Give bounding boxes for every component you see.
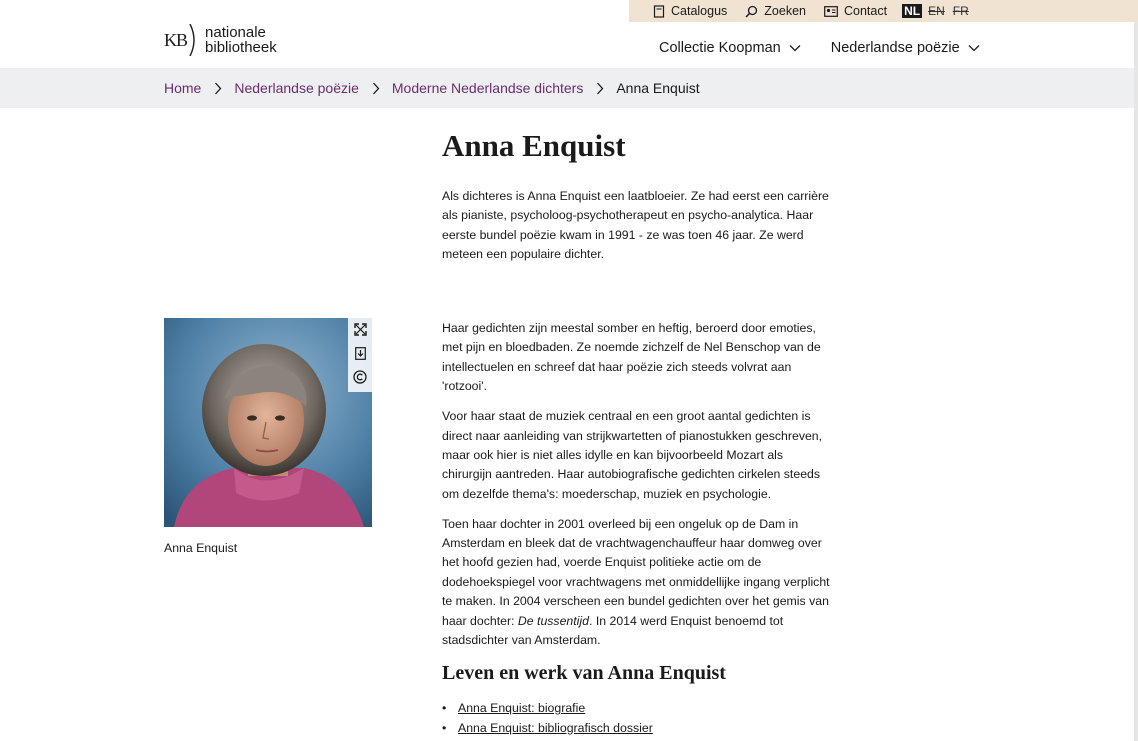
- breadcrumb-moderne-dichters[interactable]: Moderne Nederlandse dichters: [392, 80, 583, 96]
- bullet: •: [442, 720, 447, 735]
- main-nav: Collectie Koopman Nederlandse poëzie: [659, 40, 1010, 56]
- language-switcher: NL EN FR: [902, 4, 975, 18]
- expand-icon[interactable]: [351, 321, 369, 339]
- breadcrumb: Home Nederlandse poëzie Moderne Nederlan…: [164, 80, 700, 96]
- chevron-right-icon: [596, 82, 604, 95]
- lang-nl[interactable]: NL: [902, 4, 923, 18]
- article-body: Haar gedichten zijn meestal somber en he…: [442, 319, 834, 661]
- breadcrumb-home[interactable]: Home: [164, 80, 201, 96]
- body-paragraph-2: Voor haar staat de muziek centraal en ee…: [442, 409, 823, 501]
- nav-item-label: Nederlandse poëzie: [830, 40, 960, 56]
- section-heading: Leven en werk van Anna Enquist: [442, 662, 726, 684]
- breadcrumb-nederlandse-poezie[interactable]: Nederlandse poëzie: [234, 80, 359, 96]
- bullet: •: [442, 701, 447, 715]
- catalogus-link[interactable]: Catalogus: [653, 4, 727, 18]
- scrollbar[interactable]: [1134, 22, 1138, 741]
- logo-bracket-icon: [189, 24, 195, 56]
- contact-card-icon: [824, 5, 838, 17]
- nav-collectie-koopman[interactable]: Collectie Koopman: [659, 40, 801, 56]
- logo-wordmark: nationale bibliotheek: [205, 25, 277, 55]
- lang-en[interactable]: EN: [926, 4, 947, 18]
- body-paragraph-1: Haar gedichten zijn meestal somber en he…: [442, 321, 821, 394]
- logo-mark: KB: [164, 29, 188, 50]
- lang-fr[interactable]: FR: [951, 4, 971, 18]
- chevron-right-icon: [372, 82, 380, 95]
- utility-bar: Catalogus Zoeken Contact NL EN FR: [629, 0, 1138, 22]
- book-title: De tussentijd: [517, 613, 589, 628]
- contact-link[interactable]: Contact: [824, 4, 887, 18]
- zoeken-label: Zoeken: [764, 4, 806, 18]
- body-paragraph-3: Toen haar dochter in 2001 overleed bij e…: [442, 515, 834, 651]
- contact-label: Contact: [844, 4, 888, 18]
- book-icon: [653, 4, 665, 18]
- page-title: Anna Enquist: [442, 128, 626, 163]
- breadcrumb-current: Anna Enquist: [616, 80, 700, 96]
- kb-logo[interactable]: KB nationale bibliotheek: [164, 24, 277, 56]
- image-tools: [348, 318, 372, 392]
- paragraph-3-text-a: Toen haar dochter in 2001 overleed bij e…: [442, 516, 830, 628]
- logo-line-1: nationale: [205, 24, 266, 41]
- nav-nederlandse-poezie[interactable]: Nederlandse poëzie: [831, 40, 980, 56]
- copyright-icon[interactable]: [351, 368, 369, 386]
- catalogus-label: Catalogus: [671, 4, 728, 18]
- list-item: • Anna Enquist: bibliografisch dossier: [442, 719, 653, 739]
- list-item: • Anna Enquist: biografie: [442, 699, 653, 719]
- link-biografie[interactable]: Anna Enquist: biografie: [458, 699, 585, 719]
- link-bibliografisch-dossier[interactable]: Anna Enquist: bibliografisch dossier: [458, 719, 653, 739]
- chevron-down-icon: [789, 45, 801, 52]
- zoeken-link[interactable]: Zoeken: [745, 4, 806, 18]
- nav-item-label: Collectie Koopman: [659, 40, 781, 56]
- portrait-image[interactable]: [164, 318, 372, 527]
- search-icon: [745, 5, 758, 18]
- chevron-right-icon: [214, 82, 222, 95]
- chevron-down-icon: [968, 45, 980, 52]
- related-links: • Anna Enquist: biografie • Anna Enquist: …: [442, 699, 653, 738]
- figure-caption: Anna Enquist: [164, 541, 238, 555]
- portrait-figure: [164, 318, 372, 527]
- logo-line-2: bibliotheek: [205, 39, 277, 56]
- intro-paragraph: Als dichteres is Anna Enquist een laatbl…: [442, 189, 829, 262]
- download-icon[interactable]: [351, 345, 369, 363]
